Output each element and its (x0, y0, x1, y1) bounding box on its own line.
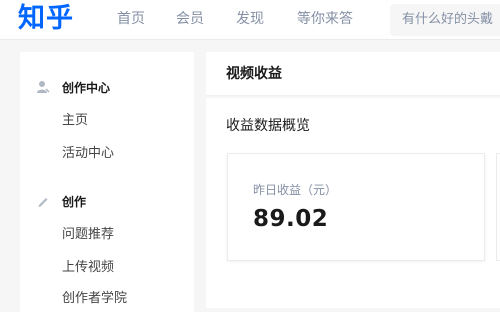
nav-membership[interactable]: 会员 (176, 10, 204, 28)
earnings-label: 昨日收益（元） (253, 183, 338, 197)
main-header: 视频收益 (206, 52, 500, 96)
search-input[interactable]: 有什么好的头戴 (390, 4, 500, 36)
sidebar-item-creator-academy[interactable]: 创作者学院 (62, 290, 127, 308)
sidebar-item-activity-center[interactable]: 活动中心 (62, 145, 114, 163)
page-title: 视频收益 (226, 66, 282, 82)
nav-home[interactable]: 首页 (117, 10, 145, 28)
sidebar: 创作中心 主页 活动中心 创作 问题推荐 上传视频 创作者学院 (20, 52, 194, 312)
nav-discover[interactable]: 发现 (236, 10, 264, 28)
sidebar-section-title: 创作中心 (62, 81, 111, 95)
sidebar-item-home[interactable]: 主页 (62, 112, 88, 130)
zhihu-logo[interactable]: 知乎 (18, 2, 74, 36)
earnings-value: 89.02 (253, 206, 329, 232)
section-title: 收益数据概览 (226, 118, 310, 134)
next-card-partial (496, 153, 500, 261)
sidebar-item-question-recommend[interactable]: 问题推荐 (62, 226, 114, 244)
yesterday-earnings-card: 昨日收益（元） 89.02 (227, 153, 485, 261)
main-content: 收益数据概览 昨日收益（元） 89.02 (206, 98, 500, 308)
sidebar-section-title: 创作 (62, 195, 87, 209)
pencil-icon (36, 194, 50, 208)
nav-waiting-answers[interactable]: 等你来答 (297, 10, 353, 28)
top-navigation-bar: 知乎 首页 会员 发现 等你来答 有什么好的头戴 (0, 0, 500, 40)
person-icon (36, 80, 50, 94)
sidebar-item-upload-video[interactable]: 上传视频 (62, 259, 114, 277)
